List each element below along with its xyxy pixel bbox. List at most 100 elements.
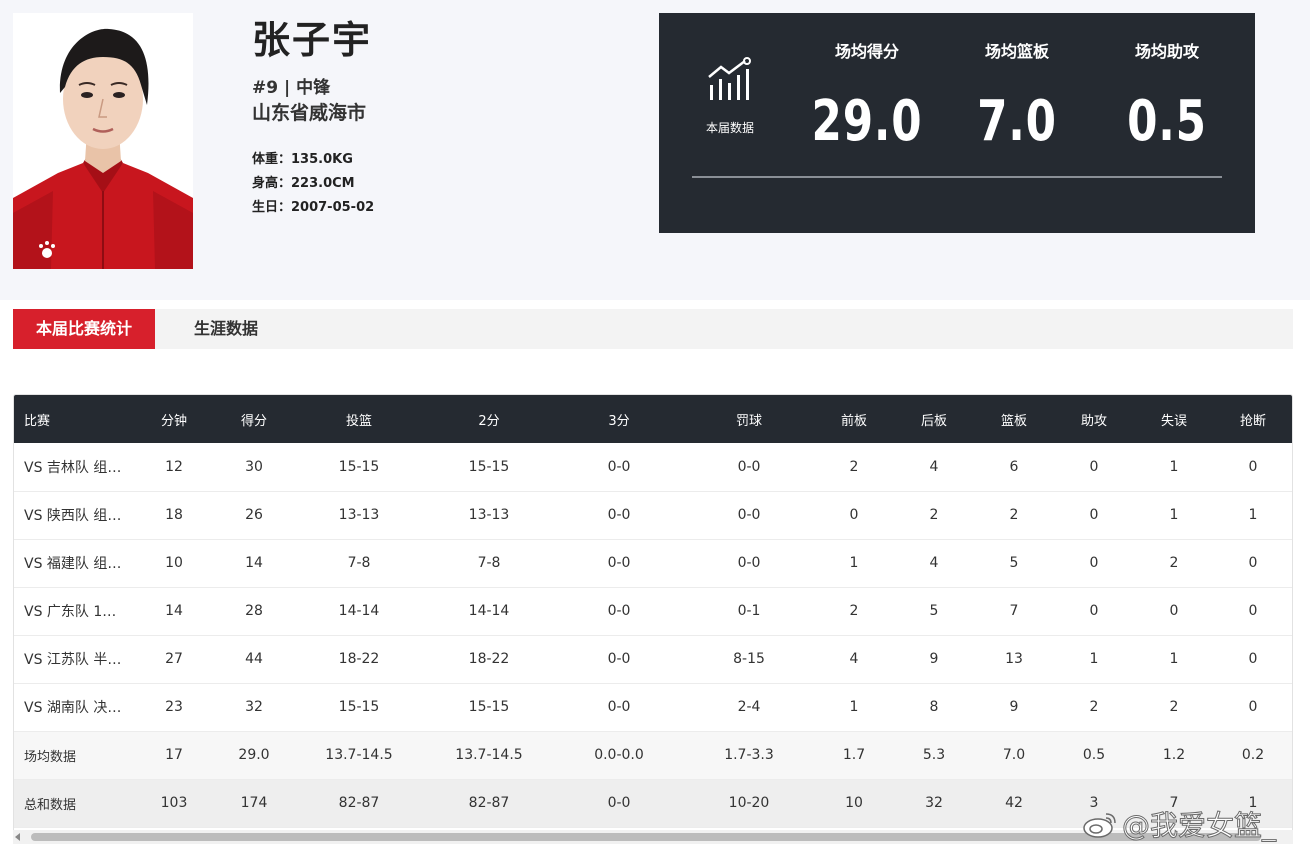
stat-cell: 4 [929,458,939,475]
stat-cell: 0.2 [1241,747,1265,763]
stat-cell: 1 [1169,507,1179,523]
game-stats-table-container[interactable]: 比赛 分钟 得分 投篮 2分 3分 罚球 前板 后板 篮板 助攻 失误 抢断 VS 吉林队 组… 12 30… [13,394,1293,844]
stats-divider [692,176,1222,178]
stat-cell: 174 [240,795,268,811]
stat-label: 场均得分 [834,42,899,61]
stat-cell: 2-4 [737,699,761,715]
stat-cell: 0 [1248,555,1258,571]
player-attributes: 体重：135.0KG 身高：223.0CM 生日：2007-05-02 [252,148,374,220]
stat-cell: 14 [245,555,263,571]
chart-growth-icon [707,57,753,103]
stat-cell: 7 [1009,603,1019,619]
stat-cell: 4 [929,555,939,571]
stat-cell: 2 [849,458,859,475]
table-header-row: 比赛 分钟 得分 投篮 2分 3分 罚球 前板 后板 篮板 助攻 失误 抢断 [14,395,1292,443]
scroll-thumb[interactable] [31,833,1261,841]
player-weight: 体重：135.0KG [252,152,353,167]
stat-cell: 1.7-3.3 [724,747,774,763]
stat-label: 场均篮板 [984,42,1049,61]
player-photo [13,13,193,269]
player-info: 张子宇 #9 | 中锋 山东省威海市 体重：135.0KG 身高：223.0CM… [252,14,374,220]
stat-cell: 2 [1169,555,1179,571]
table-row: VS 吉林队 组… 12 30 15-15 15-15 0-0 0-0 2 4 6 0 1 0 [14,443,1292,491]
stat-cell: 9 [1009,699,1019,715]
scroll-left-arrow-icon[interactable] [15,833,20,841]
stat-cell: 23 [165,699,183,715]
stat-cell: 18-22 [468,651,510,667]
tab-current-season[interactable]: 本届比赛统计 [13,309,155,349]
table-row: VS 广东队 1… 14 28 14-14 14-14 0-0 0-1 2 5 7 0 0 0 [14,587,1292,635]
stat-cell: 0.5 [1082,747,1106,763]
stat-cell: 0-0 [607,795,631,811]
season-stats-card: 本届数据 场均得分 29.0 场均篮板 7.0 场均助攻 0.5 [659,13,1255,233]
stat-cell: 0-0 [737,458,761,475]
column-header: 投篮 [345,413,372,429]
stat-cell: 27 [165,651,183,667]
stat-label: 场均助攻 [1134,42,1199,61]
table-row: VS 陕西队 组… 18 26 13-13 13-13 0-0 0-0 0 2 2 0 1 1 [14,491,1292,539]
player-number-position: #9 | 中锋 [252,78,331,98]
stat-cell: 13-13 [338,507,380,523]
stat-cell: 15-15 [468,458,510,475]
stat-cell: 44 [245,651,263,667]
stat-cell: 0.0-0.0 [594,747,644,763]
tab-career[interactable]: 生涯数据 [155,309,297,349]
stat-cell: 82-87 [468,795,510,811]
stat-cell: 15-15 [468,699,510,715]
game-cell: VS 陕西队 组… [24,508,122,524]
stat-cell: 13 [1005,651,1023,667]
stat-cell: 2 [1169,699,1179,715]
stat-avg-assists: 场均助攻 0.5 [1092,39,1242,157]
column-header: 前板 [840,413,867,429]
stat-cell: 7-8 [477,555,501,571]
stat-cell: 10 [845,795,863,811]
stat-avg-points: 场均得分 29.0 [792,39,942,157]
table-row: VS 福建队 组… 10 14 7-8 7-8 0-0 0-0 1 4 5 0 2 0 [14,539,1292,587]
game-cell: VS 福建队 组… [24,556,122,572]
column-header: 分钟 [160,413,187,429]
column-header: 罚球 [735,413,762,429]
stat-cell: 10-20 [728,795,770,811]
column-header: 3分 [608,413,630,429]
stat-cell: 0 [1248,651,1258,667]
stat-cell: 2 [1009,507,1019,523]
stat-cell: 7-8 [347,555,371,571]
stat-cell: 8 [929,699,939,715]
stats-tabs: 本届比赛统计 生涯数据 [13,309,1293,349]
column-header: 后板 [920,413,947,429]
stat-cell: 0-1 [737,603,761,619]
game-cell: VS 广东队 1… [24,604,117,620]
stat-cell: 1 [1169,458,1179,475]
stat-cell: 0-0 [607,507,631,523]
stat-cell: 5 [929,603,939,619]
stat-cell: 32 [925,795,943,811]
stat-cell: 0 [1248,699,1258,715]
stat-cell: 103 [160,795,188,811]
game-cell: VS 湖南队 决… [24,700,122,716]
stat-cell: 0 [849,507,859,523]
column-header: 失误 [1160,413,1187,429]
stat-cell: 0-0 [607,651,631,667]
stat-cell: 0-0 [607,458,631,475]
stat-cell: 0-0 [737,507,761,523]
stat-cell: 12 [165,458,183,475]
player-hometown: 山东省威海市 [252,102,367,124]
stat-cell: 0 [1089,555,1099,571]
stat-cell: 6 [1009,458,1019,475]
stat-cell: 42 [1005,795,1023,811]
stat-value: 0.5 [1127,89,1207,154]
stat-cell: 1 [1089,651,1099,667]
stat-cell: 0 [1169,603,1179,619]
stat-cell: 0 [1248,603,1258,619]
stat-cell: 2 [849,603,859,619]
game-stats-table: 比赛 分钟 得分 投篮 2分 3分 罚球 前板 后板 篮板 助攻 失误 抢断 VS 吉林队 组… 12 30… [14,395,1292,828]
stat-cell: 2 [1089,699,1099,715]
stat-cell: 1.7 [842,747,866,763]
stat-cell: 28 [245,603,263,619]
column-header: 抢断 [1239,413,1266,429]
column-header: 得分 [240,413,267,429]
stat-cell: 26 [245,507,263,523]
column-header: 助攻 [1080,413,1107,429]
stat-cell: 0 [1089,603,1099,619]
stat-cell: 5 [1009,555,1019,571]
